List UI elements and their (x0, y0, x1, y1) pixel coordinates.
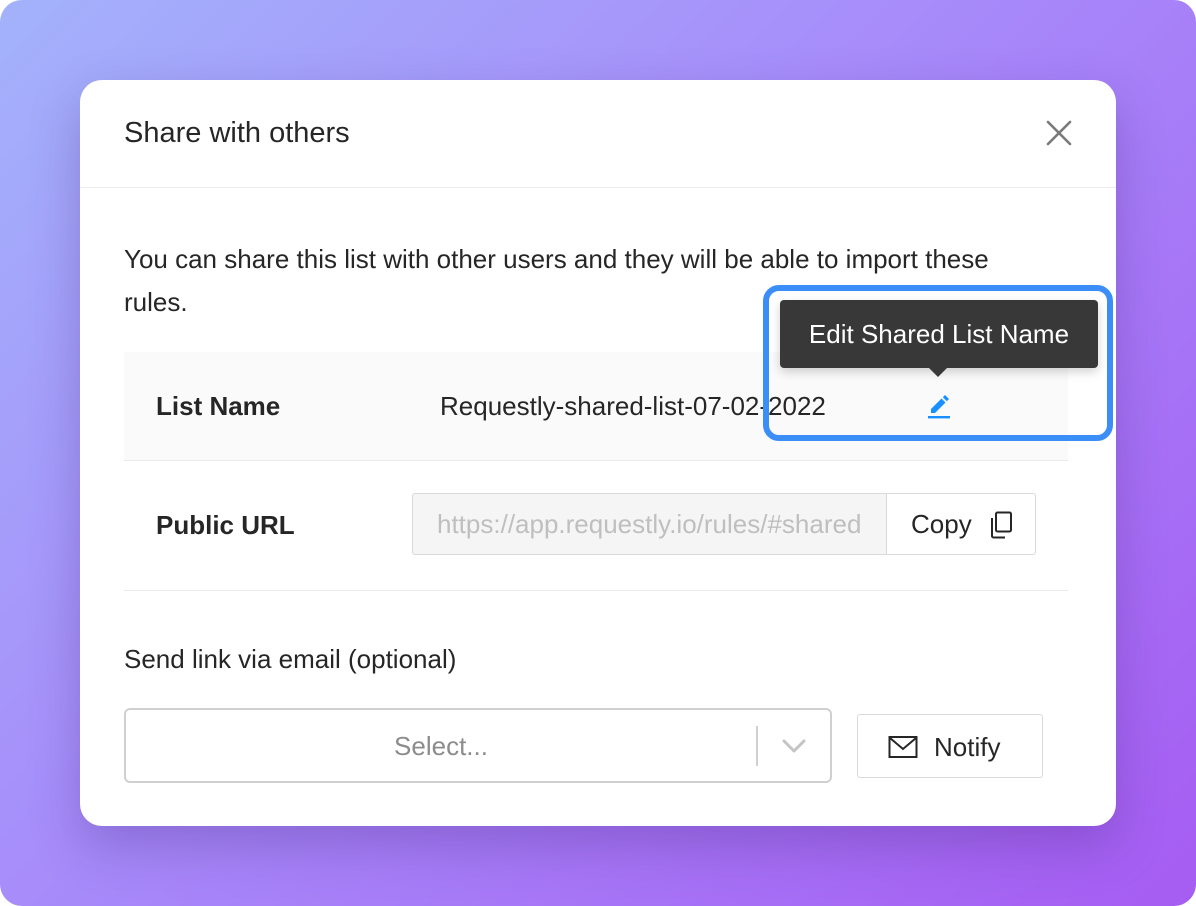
notify-button[interactable]: Notify (857, 714, 1043, 778)
edit-list-name-button[interactable] (924, 390, 954, 420)
list-name-value: Requestly-shared-list-07-02-2022 (440, 391, 826, 421)
pencil-icon (928, 395, 950, 419)
copy-button-label: Copy (911, 509, 972, 539)
email-select-placeholder: Select... (394, 731, 488, 761)
mail-icon (888, 736, 918, 758)
close-icon (1046, 120, 1072, 146)
notify-button-label: Notify (934, 732, 1001, 762)
chevron-down-icon[interactable] (781, 736, 807, 756)
public-url-row: Public URL Copy (124, 461, 1068, 591)
email-select[interactable]: Select... (124, 708, 832, 783)
copy-button[interactable]: Copy (886, 493, 1036, 555)
share-modal: Share with others You can share this lis… (80, 80, 1116, 826)
email-section-label: Send link via email (optional) (124, 644, 457, 674)
select-divider (756, 726, 758, 766)
list-name-row: List Name Requestly-shared-list-07-02-20… (124, 352, 1068, 461)
edit-tooltip: Edit Shared List Name (780, 300, 1098, 368)
page-background: Share with others You can share this lis… (0, 0, 1196, 906)
copy-icon (991, 511, 1012, 539)
public-url-label: Public URL (156, 510, 295, 540)
public-url-input[interactable] (412, 493, 886, 555)
close-button[interactable] (1042, 116, 1076, 150)
modal-title: Share with others (124, 117, 350, 149)
tooltip-arrow (929, 368, 947, 377)
list-name-label: List Name (156, 391, 281, 421)
